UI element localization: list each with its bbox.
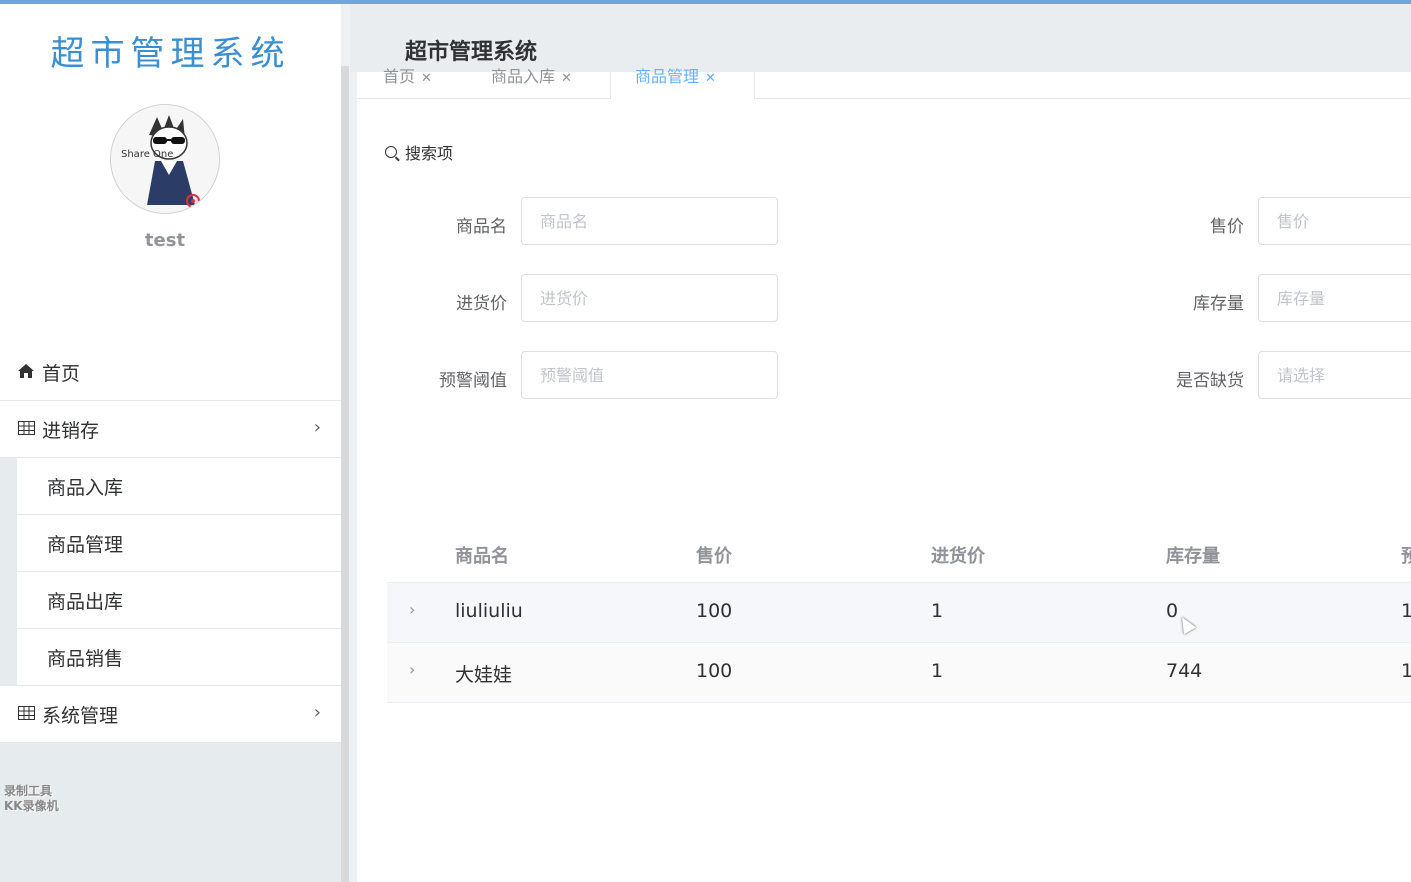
- threshold-label: 预警阈值: [439, 371, 507, 391]
- table-header: 商品名 售价 进货价 库存量 预: [387, 522, 1411, 583]
- page-title: 超市管理系统: [405, 40, 538, 65]
- watermark-line: KK录像机: [4, 799, 59, 813]
- chevron-right-icon[interactable]: ›: [409, 600, 415, 619]
- sidebar-group-system[interactable]: 系统管理 ›: [0, 686, 341, 743]
- tab-goods-manage[interactable]: 商品管理 ✕: [610, 69, 755, 99]
- search-section-title: 搜索项: [385, 140, 453, 164]
- name-input[interactable]: [521, 197, 778, 245]
- cost-label: 进货价: [456, 294, 507, 314]
- sidebar-item-label: 商品销售: [47, 647, 124, 670]
- grid-icon: [18, 705, 38, 724]
- cell-threshold: 1: [1401, 600, 1411, 622]
- tab-home[interactable]: 首页 ✕: [377, 69, 438, 98]
- column-header[interactable]: 库存量: [1166, 542, 1220, 568]
- grid-icon: [18, 420, 38, 439]
- sidebar-item-home[interactable]: 首页: [0, 344, 341, 401]
- column-header[interactable]: 售价: [696, 542, 732, 568]
- sidebar-item-stock-in[interactable]: 商品入库: [17, 458, 341, 515]
- username: test: [144, 230, 186, 251]
- cell-threshold: 1: [1401, 660, 1411, 682]
- watermark-line: 录制工具: [4, 784, 53, 798]
- submenu-inventory: 商品入库 商品管理 商品出库 商品销售: [0, 458, 341, 686]
- sidebar: 超市管理系统 Share One test 首页 进销存 › 商品入库 商品管理…: [0, 4, 341, 882]
- close-icon[interactable]: ✕: [705, 71, 716, 86]
- sidebar-group-label: 系统管理: [42, 704, 119, 727]
- tab-label: 首页: [383, 67, 416, 86]
- cell-cost: 1: [931, 600, 944, 622]
- sidebar-item-stock-out[interactable]: 商品出库: [17, 572, 341, 629]
- column-header[interactable]: 预: [1401, 542, 1411, 568]
- table-row[interactable]: › 大娃娃 100 1 744 1: [387, 643, 1411, 703]
- threshold-input[interactable]: [521, 351, 778, 399]
- chevron-right-icon[interactable]: ›: [409, 660, 415, 679]
- avatar-image: Share One: [111, 105, 219, 213]
- sidebar-group-inventory[interactable]: 进销存 ›: [0, 401, 341, 458]
- search-icon: [385, 146, 397, 158]
- chevron-right-icon: ›: [313, 417, 321, 438]
- column-header[interactable]: 进货价: [931, 542, 985, 568]
- avatar[interactable]: Share One: [110, 104, 220, 214]
- mouse-cursor-icon: [1175, 613, 1197, 635]
- tab-label: 商品管理: [635, 67, 700, 86]
- sidebar-item-label: 商品入库: [47, 476, 124, 499]
- price-label: 售价: [1210, 217, 1244, 237]
- name-label: 商品名: [456, 217, 507, 237]
- table-row[interactable]: › liuliuliu 100 1 0 1: [387, 583, 1411, 643]
- main-panel: 首页✕ 商品入库✕ 商品管理✕ 搜索项 商品名 售价 进货价 库存量 预警阈值 …: [357, 69, 1411, 882]
- cell-name: liuliuliu: [455, 600, 523, 622]
- tab-stock-in[interactable]: 商品入库 ✕: [485, 69, 578, 98]
- stock-label: 库存量: [1193, 294, 1244, 314]
- stock-input[interactable]: [1258, 274, 1411, 322]
- column-header[interactable]: 商品名: [455, 542, 509, 568]
- header: 超市管理系统: [350, 4, 1411, 72]
- sidebar-profile: 超市管理系统 Share One test: [0, 4, 341, 344]
- logo-title: 超市管理系统: [50, 34, 291, 74]
- cell-name: 大娃娃: [455, 664, 513, 686]
- cell-price: 100: [696, 660, 733, 682]
- sidebar-scrollbar[interactable]: [341, 66, 349, 882]
- tab-label: 商品入库: [491, 67, 556, 86]
- shortage-select[interactable]: [1258, 351, 1411, 399]
- cost-input[interactable]: [521, 274, 778, 322]
- sidebar-group-label: 进销存: [42, 419, 100, 442]
- home-icon: [18, 363, 38, 382]
- recorder-watermark: 录制工具 KK录像机: [4, 784, 59, 814]
- sidebar-item-goods-manage[interactable]: 商品管理: [17, 515, 341, 572]
- chevron-right-icon: ›: [313, 702, 321, 723]
- tab-bar: 首页 ✕ 商品入库 ✕ 商品管理 ✕: [357, 69, 1411, 99]
- close-icon[interactable]: ✕: [561, 71, 572, 86]
- close-icon[interactable]: ✕: [421, 71, 432, 86]
- sidebar-menu: 首页 进销存 › 商品入库 商品管理 商品出库 商品销售 系统管理 ›: [0, 344, 341, 743]
- search-title: 搜索项: [405, 144, 454, 163]
- sidebar-item-sales[interactable]: 商品销售: [17, 629, 341, 686]
- cell-price: 100: [696, 600, 733, 622]
- sidebar-item-label: 商品管理: [47, 533, 124, 556]
- sidebar-item-label: 首页: [42, 362, 81, 385]
- sidebar-item-label: 商品出库: [47, 590, 124, 613]
- avatar-text: Share One: [121, 149, 173, 160]
- cell-cost: 1: [931, 660, 944, 682]
- shortage-label: 是否缺货: [1176, 371, 1244, 391]
- cell-stock: 0: [1166, 600, 1179, 622]
- cell-stock: 744: [1166, 660, 1203, 682]
- price-input[interactable]: [1258, 197, 1411, 245]
- goods-table: 商品名 售价 进货价 库存量 预 › liuliuliu 100 1 0 1 ›…: [387, 522, 1411, 703]
